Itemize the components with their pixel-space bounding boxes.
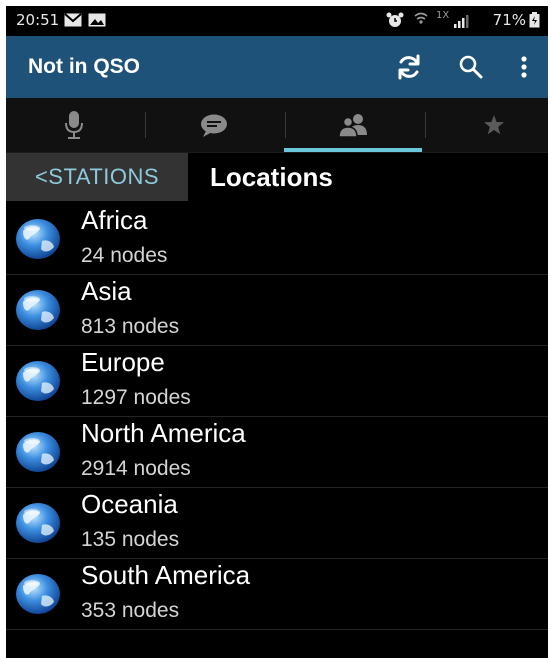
- globe-icon: [14, 501, 62, 545]
- chat-icon: [200, 114, 227, 137]
- selected-tab-indicator: [284, 148, 422, 152]
- tab-favorites[interactable]: [426, 98, 548, 152]
- alarm-icon: [386, 12, 404, 27]
- node-count: 1297 nodes: [81, 386, 191, 409]
- more-vert-icon: [521, 56, 527, 78]
- list-item[interactable]: Oceania 135 nodes: [6, 488, 548, 559]
- node-count: 353 nodes: [81, 599, 180, 622]
- page-title: Locations: [210, 162, 333, 192]
- app-title: Not in QSO: [28, 55, 140, 78]
- node-count: 813 nodes: [81, 315, 180, 338]
- microphone-icon: [64, 111, 83, 139]
- star-icon: [483, 115, 504, 135]
- search-icon: [459, 55, 483, 79]
- image-notification-icon: [88, 13, 106, 27]
- location-name: North America: [81, 418, 246, 448]
- node-count: 2914 nodes: [81, 457, 191, 480]
- search-button[interactable]: [454, 50, 488, 84]
- location-name: Oceania: [81, 489, 178, 519]
- node-count: 135 nodes: [81, 528, 180, 551]
- location-name: Africa: [81, 205, 148, 235]
- back-to-stations-button[interactable]: <STATIONS: [6, 153, 188, 201]
- location-name: Europe: [81, 347, 165, 377]
- globe-icon: [14, 288, 62, 332]
- globe-icon: [14, 359, 62, 403]
- tab-chat[interactable]: [146, 98, 281, 152]
- globe-icon: [14, 572, 62, 616]
- breadcrumb: <STATIONS Locations: [6, 153, 548, 205]
- battery-icon: [529, 12, 540, 28]
- people-icon: [337, 114, 367, 137]
- refresh-icon: [398, 54, 420, 80]
- tab-talk[interactable]: [6, 98, 141, 152]
- globe-icon: [14, 430, 62, 474]
- locations-list: Africa 24 nodes Asia 813 nodes Europe 12…: [6, 204, 548, 630]
- globe-icon: [14, 217, 62, 261]
- tab-stations[interactable]: [286, 98, 421, 152]
- status-time: 20:51: [16, 11, 60, 29]
- list-item[interactable]: Europe 1297 nodes: [6, 346, 548, 417]
- list-item[interactable]: South America 353 nodes: [6, 559, 548, 630]
- node-count: 24 nodes: [81, 244, 168, 267]
- list-item[interactable]: Asia 813 nodes: [6, 275, 548, 346]
- location-name: South America: [81, 560, 251, 590]
- status-bar: 20:51 1X 71%: [6, 6, 548, 36]
- list-item[interactable]: Africa 24 nodes: [6, 204, 548, 275]
- battery-percent: 71%: [492, 11, 526, 29]
- tab-bar: [6, 98, 548, 153]
- network-type-label: 1X: [436, 10, 450, 21]
- location-name: Asia: [81, 276, 132, 306]
- action-bar: Not in QSO: [6, 36, 548, 98]
- overflow-menu-button[interactable]: [512, 50, 536, 84]
- phone-screen: 20:51 1X 71% Not in QSO <STATIONS Locati…: [6, 6, 548, 658]
- list-item[interactable]: North America 2914 nodes: [6, 417, 548, 488]
- refresh-button[interactable]: [392, 50, 426, 84]
- mail-notification-icon: [64, 13, 82, 27]
- signal-icon: [454, 15, 469, 28]
- wifi-icon: [414, 12, 428, 24]
